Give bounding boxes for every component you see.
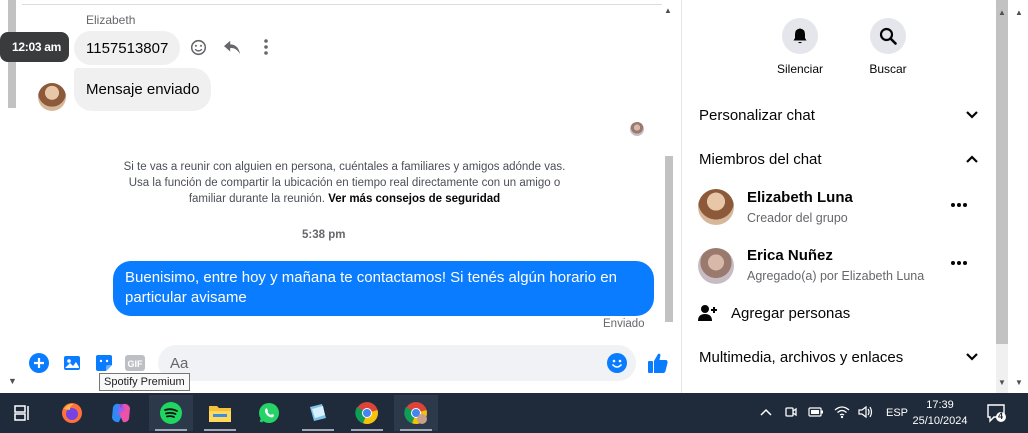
search-icon[interactable] [870, 18, 906, 54]
meet-now-icon[interactable] [784, 405, 798, 422]
emoji-icon[interactable] [607, 353, 627, 373]
task-view-icon[interactable] [0, 395, 44, 431]
chevron-down-icon [965, 107, 979, 124]
member-options-icon[interactable] [950, 253, 968, 271]
photo-icon[interactable] [61, 352, 83, 374]
chat-members-section[interactable]: Miembros del chat [699, 148, 979, 170]
message-actions [188, 37, 276, 57]
search-label: Buscar [869, 62, 907, 76]
message-time-tooltip: 12:03 am [0, 32, 69, 62]
gif-icon[interactable]: GIF [124, 352, 146, 374]
volume-icon[interactable] [858, 405, 874, 422]
reply-icon[interactable] [222, 37, 242, 57]
member-name: Elizabeth Luna [747, 189, 853, 206]
scroll-up-arrow-icon[interactable]: ▲ [664, 6, 672, 15]
info-actions: Silenciar Buscar [772, 18, 916, 76]
open-indicator [351, 429, 383, 431]
member-name: Erica Nuñez [747, 247, 833, 264]
chevron-up-icon[interactable] [760, 407, 772, 419]
sender-avatar[interactable] [38, 83, 66, 111]
chat-pane: ▲ Elizabeth 1157513807 12:03 am Mensaje … [0, 0, 682, 393]
add-person-icon [698, 304, 731, 322]
safety-tips-link[interactable]: Ver más consejos de seguridad [328, 193, 500, 205]
clock[interactable]: 17:39 25/10/2024 [905, 397, 975, 429]
active-indicator [400, 429, 432, 431]
spotify-tooltip: Spotify Premium [99, 373, 190, 391]
chevron-down-icon [965, 349, 979, 366]
page-scrollbar-thumb[interactable] [996, 0, 1008, 344]
member-avatar [698, 189, 734, 225]
chevron-up-icon [965, 151, 979, 168]
scroll-up-arrow-icon[interactable]: ▲ [998, 8, 1006, 17]
notifications-icon[interactable]: 4 [986, 403, 1006, 423]
more-options-icon[interactable] [256, 37, 276, 57]
chat-scrollbar-thumb[interactable] [665, 156, 673, 322]
read-receipt-avatar [630, 122, 644, 136]
chat-scrollbar[interactable]: ▲ [663, 6, 675, 326]
customize-chat-label: Personalizar chat [699, 106, 815, 124]
incoming-message[interactable]: Mensaje enviado [74, 68, 212, 111]
copilot-icon[interactable] [99, 395, 143, 431]
scroll-down-arrow-icon[interactable]: ▼ [8, 376, 17, 386]
open-indicator [302, 429, 334, 431]
thumbs-up-icon[interactable] [647, 352, 669, 374]
chat-members-label: Miembros del chat [699, 150, 822, 168]
sender-name: Elizabeth [86, 13, 136, 27]
page-scrollbar[interactable]: ▲ ▼ ▲ ▼ [994, 0, 1028, 393]
bell-icon[interactable] [782, 18, 818, 54]
sticker-icon[interactable] [93, 352, 115, 374]
safety-notice: Si te vas a reunir con alguien en person… [122, 159, 567, 207]
outgoing-message[interactable]: Buenisimo, entre hoy y mañana te contact… [113, 261, 654, 316]
media-files-label: Multimedia, archivos y enlaces [699, 348, 904, 366]
chat-info-pane: Silenciar Buscar Personalizar chat Miemb… [682, 0, 994, 393]
file-explorer-icon[interactable] [198, 395, 242, 431]
member-row[interactable]: Elizabeth Luna Creador del grupo [698, 187, 978, 231]
member-avatar [698, 248, 734, 284]
open-indicator [204, 429, 236, 431]
member-options-icon[interactable] [950, 195, 968, 213]
chrome-icon[interactable] [345, 395, 389, 431]
media-files-section[interactable]: Multimedia, archivos y enlaces [699, 346, 979, 368]
mute-button[interactable]: Silenciar [772, 18, 828, 76]
member-role: Creador del grupo [747, 211, 848, 225]
chrome-profile-icon[interactable] [394, 395, 438, 431]
system-tray: ESP [760, 393, 908, 433]
react-emoji-icon[interactable] [188, 37, 208, 57]
customize-chat-section[interactable]: Personalizar chat [699, 104, 979, 126]
scroll-up-arrow-icon[interactable]: ▲ [1015, 8, 1023, 17]
notification-count: 4 [998, 411, 1004, 421]
active-indicator [155, 429, 187, 431]
scroll-down-arrow-icon[interactable]: ▼ [1015, 378, 1023, 387]
wifi-icon[interactable] [834, 405, 850, 422]
member-row[interactable]: Erica Nuñez Agregado(a) por Elizabeth Lu… [698, 245, 978, 289]
add-people-label: Agregar personas [731, 304, 851, 322]
plus-circle-icon[interactable] [28, 352, 50, 374]
scroll-down-arrow-icon[interactable]: ▼ [998, 378, 1006, 387]
message-input[interactable] [158, 345, 636, 381]
firefox-icon[interactable] [50, 395, 94, 431]
clock-date: 25/10/2024 [912, 415, 968, 427]
incoming-message[interactable]: 1157513807 [74, 31, 181, 65]
whatsapp-icon[interactable] [247, 395, 291, 431]
svg-text:GIF: GIF [128, 359, 144, 369]
notes-icon[interactable] [296, 395, 340, 431]
clock-time: 17:39 [926, 399, 954, 411]
divider [22, 4, 662, 5]
spotify-icon[interactable] [149, 395, 193, 431]
mute-label: Silenciar [776, 62, 824, 76]
taskbar: ESP 17:39 25/10/2024 4 [0, 393, 1028, 433]
add-people-button[interactable]: Agregar personas [698, 302, 978, 324]
member-role: Agregado(a) por Elizabeth Luna [747, 269, 925, 283]
sent-status: Enviado [603, 318, 645, 330]
battery-icon[interactable] [808, 406, 824, 420]
search-button[interactable]: Buscar [860, 18, 916, 76]
time-separator: 5:38 pm [302, 229, 346, 241]
